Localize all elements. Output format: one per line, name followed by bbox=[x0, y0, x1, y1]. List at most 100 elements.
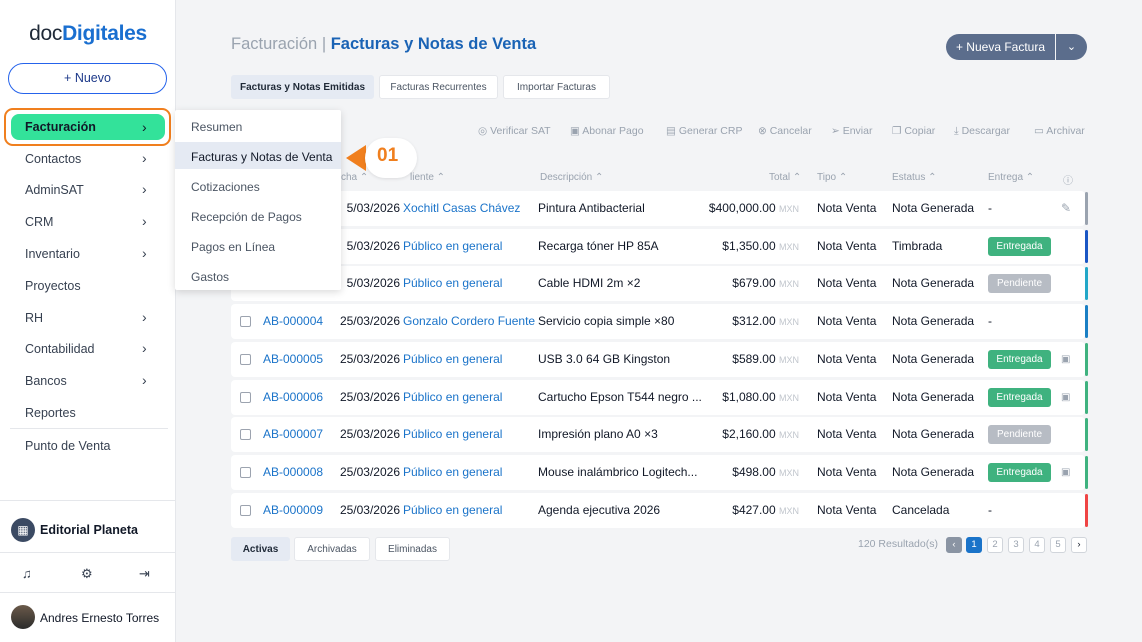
row-checkbox[interactable] bbox=[240, 429, 251, 441]
row-status-edge bbox=[1085, 192, 1088, 225]
chevron-right-icon: › bbox=[142, 372, 147, 388]
download-button[interactable]: ⤓ Descargar bbox=[954, 125, 1010, 138]
sidebar-item-crm[interactable]: CRM bbox=[25, 213, 53, 231]
column-descripcion[interactable]: Descripción ⌃ bbox=[540, 172, 603, 183]
column-entrega[interactable]: Entrega ⌃ bbox=[988, 172, 1034, 183]
tab-eliminadas[interactable]: Eliminadas bbox=[375, 537, 450, 561]
column-estatus[interactable]: Estatus ⌃ bbox=[892, 172, 937, 183]
tab-emitidas[interactable]: Facturas y Notas Emitidas bbox=[231, 75, 374, 99]
row-status-edge bbox=[1085, 305, 1088, 339]
row-folio[interactable]: AB-000004 bbox=[263, 304, 325, 339]
cash-icon[interactable]: ▣ bbox=[1061, 342, 1075, 377]
row-currency: MXN bbox=[779, 467, 799, 478]
row-checkbox[interactable] bbox=[240, 391, 251, 403]
row-checkbox[interactable] bbox=[240, 504, 251, 516]
table-row[interactable]: AB-000005 25/03/2026 Público en general USB… bbox=[231, 341, 1088, 377]
sidebar-item-inventario[interactable]: Inventario bbox=[25, 245, 80, 263]
cancel-button[interactable]: ⊗ Cancelar bbox=[758, 125, 812, 137]
row-status-edge bbox=[1085, 455, 1088, 489]
page-3[interactable]: 3 bbox=[1008, 537, 1024, 553]
sidebar-item-rh[interactable]: RH bbox=[25, 309, 43, 327]
sidebar-item-adminsat[interactable]: AdminSAT bbox=[25, 181, 84, 199]
page-4[interactable]: 4 bbox=[1029, 537, 1045, 553]
column-fecha[interactable]: cha ⌃ bbox=[341, 172, 368, 183]
column-cliente[interactable]: liente ⌃ bbox=[410, 172, 445, 183]
row-descripcion: Cable HDMI 2m ×2 bbox=[538, 276, 641, 291]
row-cliente[interactable]: Público en general bbox=[403, 455, 535, 490]
send-button[interactable]: ➢ Enviar bbox=[831, 125, 872, 137]
toolbar-label: Enviar bbox=[842, 125, 873, 137]
page-1[interactable]: 1 bbox=[966, 537, 982, 553]
row-folio[interactable]: AB-000008 bbox=[263, 455, 325, 490]
cash-icon[interactable]: ▣ bbox=[1061, 380, 1075, 415]
logout-icon[interactable]: ⇥ bbox=[139, 566, 150, 582]
edit-icon[interactable]: ✎ bbox=[1061, 191, 1075, 226]
info-icon[interactable]: ⓘ bbox=[1063, 172, 1073, 187]
bell-icon[interactable]: ♫ bbox=[22, 566, 32, 581]
org-name[interactable]: Editorial Planeta bbox=[40, 523, 138, 537]
row-folio[interactable]: AB-000007 bbox=[263, 417, 325, 452]
tab-archivadas[interactable]: Archivadas bbox=[294, 537, 370, 561]
submenu-item-cotizaciones[interactable]: Cotizaciones bbox=[191, 180, 260, 194]
submenu-item-pagos[interactable]: Recepción de Pagos bbox=[191, 210, 302, 224]
row-folio[interactable]: AB-000009 bbox=[263, 493, 325, 528]
avatar[interactable] bbox=[11, 605, 35, 629]
submenu-item-pagos-linea[interactable]: Pagos en Línea bbox=[191, 240, 275, 254]
table-row[interactable]: 5/03/2026 Público en general Recarga tóner… bbox=[231, 228, 1088, 264]
column-tipo[interactable]: Tipo ⌃ bbox=[817, 172, 847, 183]
sidebar-item-bancos[interactable]: Bancos bbox=[25, 372, 67, 390]
table-row[interactable]: 5/03/2026 Xochitl Casas Chávez Pintura Ant… bbox=[231, 191, 1088, 226]
row-checkbox[interactable] bbox=[240, 466, 251, 478]
page-5[interactable]: 5 bbox=[1050, 537, 1066, 553]
page-2[interactable]: 2 bbox=[987, 537, 1003, 553]
tab-recurrentes[interactable]: Facturas Recurrentes bbox=[379, 75, 498, 99]
submenu-item-gastos[interactable]: Gastos bbox=[191, 270, 229, 284]
table-row[interactable]: AB-000008 25/03/2026 Público en general Mou… bbox=[231, 454, 1088, 490]
sidebar-item-contactos[interactable]: Contactos bbox=[25, 150, 81, 168]
tab-activas[interactable]: Activas bbox=[231, 537, 290, 561]
row-currency: MXN bbox=[779, 204, 799, 214]
row-cliente[interactable]: Público en general bbox=[403, 266, 535, 301]
chevron-down-icon[interactable]: ⌄ bbox=[1056, 34, 1087, 60]
new-invoice-button[interactable]: + Nueva Factura bbox=[946, 34, 1055, 60]
table-row[interactable]: AB-000004 25/03/2026 Gonzalo Cordero Fuent… bbox=[231, 304, 1088, 340]
pay-button[interactable]: ▣ Abonar Pago bbox=[570, 125, 644, 137]
row-checkbox[interactable] bbox=[240, 353, 251, 365]
column-total[interactable]: Total ⌃ bbox=[769, 172, 801, 183]
verify-sat-button[interactable]: ◎ Verificar SAT bbox=[478, 125, 551, 137]
table-row[interactable]: AB-000009 25/03/2026 Público en general Age… bbox=[231, 492, 1088, 528]
next-page-button[interactable]: › bbox=[1071, 537, 1087, 553]
building-icon[interactable]: ▦ bbox=[11, 518, 35, 542]
sidebar-item-proyectos[interactable]: Proyectos bbox=[25, 277, 81, 295]
row-cliente[interactable]: Público en general bbox=[403, 229, 535, 264]
submenu-item-facturas[interactable]: Facturas y Notas de Venta bbox=[191, 150, 332, 164]
row-folio[interactable]: AB-000005 bbox=[263, 342, 325, 377]
row-fecha: 25/03/2026 bbox=[339, 427, 400, 442]
archive-button[interactable]: ▭ Archivar bbox=[1034, 125, 1085, 137]
tab-importar[interactable]: Importar Facturas bbox=[503, 75, 610, 99]
row-folio[interactable]: AB-000006 bbox=[263, 380, 325, 415]
submenu-item-resumen[interactable]: Resumen bbox=[191, 120, 242, 134]
row-cliente[interactable]: Público en general bbox=[403, 417, 535, 452]
row-checkbox[interactable] bbox=[240, 316, 251, 328]
table-row[interactable]: AB-000007 25/03/2026 Público en general Imp… bbox=[231, 417, 1088, 453]
new-button[interactable]: + Nuevo bbox=[8, 63, 167, 94]
row-cliente[interactable]: Gonzalo Cordero Fuente bbox=[403, 304, 535, 339]
copy-button[interactable]: ❐ Copiar bbox=[892, 125, 935, 137]
sidebar-item-punto-de-venta[interactable]: Punto de Venta bbox=[25, 437, 111, 455]
gear-icon[interactable]: ⚙ bbox=[81, 566, 93, 582]
row-cliente[interactable]: Xochitl Casas Chávez bbox=[403, 191, 535, 226]
row-cliente[interactable]: Público en general bbox=[403, 342, 535, 377]
row-currency: MXN bbox=[779, 505, 799, 516]
table-row[interactable]: 5/03/2026 Público en general Cable HDMI 2m… bbox=[231, 266, 1088, 302]
row-cliente[interactable]: Público en general bbox=[403, 380, 535, 415]
row-cliente[interactable]: Público en general bbox=[403, 493, 535, 528]
row-descripcion: Mouse inalámbrico Logitech... bbox=[538, 464, 698, 479]
prev-page-button[interactable]: ‹ bbox=[946, 537, 962, 553]
sidebar-item-contabilidad[interactable]: Contabilidad bbox=[25, 340, 95, 358]
sidebar-item-reportes[interactable]: Reportes bbox=[25, 404, 76, 422]
user-name[interactable]: Andres Ernesto Torres bbox=[40, 611, 159, 625]
crp-button[interactable]: ▤ Generar CRP bbox=[666, 125, 742, 137]
table-row[interactable]: AB-000006 25/03/2026 Público en general Car… bbox=[231, 379, 1088, 415]
cash-icon[interactable]: ▣ bbox=[1061, 455, 1075, 490]
